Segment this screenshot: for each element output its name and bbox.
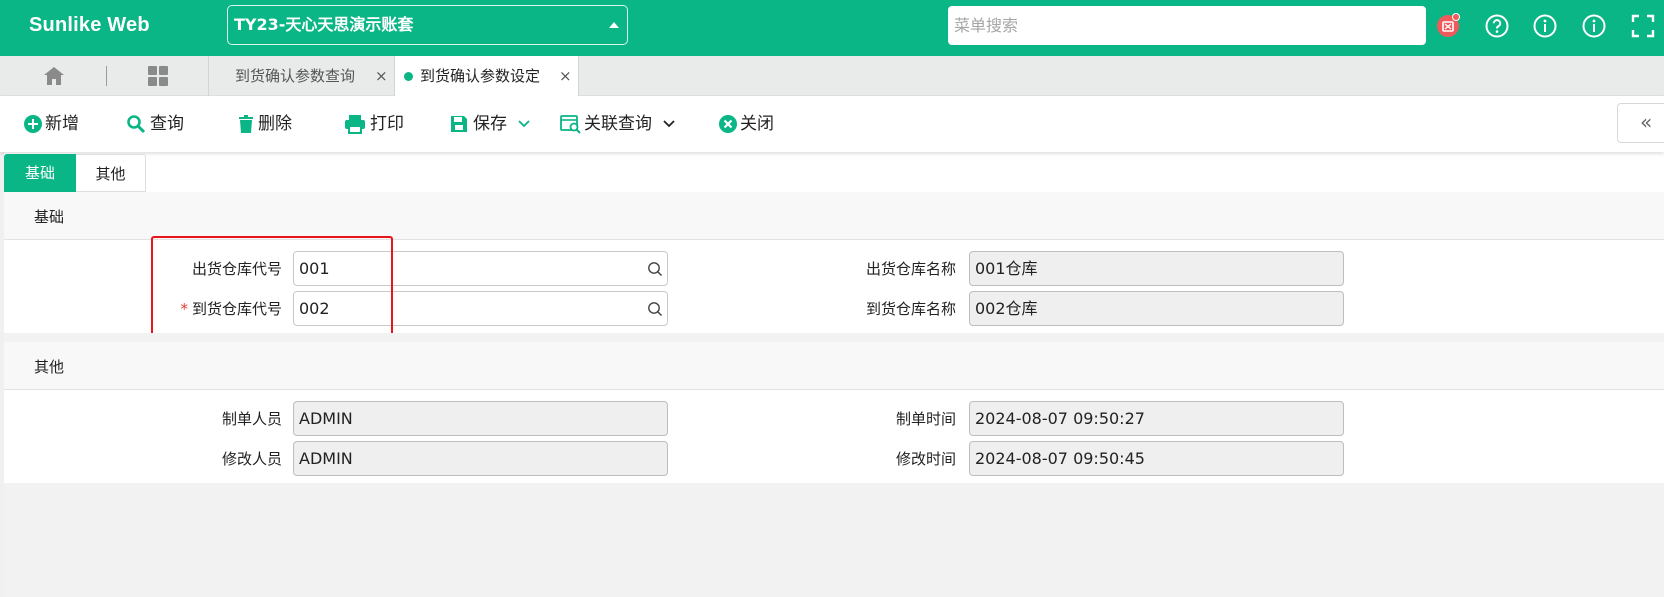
toolbar: 新增 查询 删除 打印 保存 关联查询 关闭 « [0, 96, 1664, 152]
modifier-label: 修改人员 [221, 450, 282, 468]
printer-icon [345, 115, 365, 134]
modify-time-field[interactable]: 2024-08-07 09:50:45 [969, 441, 1344, 476]
brand-logo: Sunlike Web [29, 14, 150, 36]
apps-grid-icon[interactable] [146, 64, 170, 88]
close-button[interactable]: 关闭 [718, 112, 780, 136]
section-other-title: 其他 [34, 358, 65, 376]
menu-search-input[interactable] [948, 6, 1426, 45]
modify-time-value: 2024-08-07 09:50:45 [975, 449, 1145, 468]
tab-divider [106, 66, 107, 86]
create-time-value: 2024-08-07 09:50:27 [975, 409, 1145, 428]
account-select-value: TY23-天心天思演示账套 [234, 15, 414, 34]
tab-basic[interactable]: 基础 [4, 154, 76, 192]
tab-arrival-confirm-query[interactable]: 到货确认参数查询 × [209, 56, 394, 96]
section-other-header[interactable]: 其他 [4, 342, 1664, 390]
caret-up-icon [609, 22, 619, 28]
tab-other[interactable]: 其他 [76, 154, 146, 192]
help-icon[interactable] [1484, 13, 1510, 39]
section-basic-title: 基础 [34, 208, 65, 226]
double-chevron-left-icon: « [1640, 110, 1653, 134]
out-warehouse-code-label: 出货仓库代号 [191, 260, 282, 278]
delete-button[interactable]: 删除 [236, 112, 298, 136]
required-asterisk: * [180, 300, 188, 318]
query-button-label: 查询 [150, 114, 184, 134]
out-warehouse-name-label: 出货仓库名称 [865, 260, 956, 278]
notification-badge-icon[interactable] [1435, 13, 1461, 39]
trash-icon [239, 115, 253, 133]
in-warehouse-code-value: 002 [299, 299, 330, 318]
in-warehouse-name-value: 002仓库 [975, 299, 1038, 318]
save-disk-icon [451, 116, 467, 132]
modifier-value: ADMIN [299, 449, 353, 468]
close-circle-icon [719, 115, 737, 133]
add-button-label: 新增 [45, 114, 79, 134]
tab-close-button[interactable]: × [375, 56, 388, 96]
query-button[interactable]: 查询 [126, 112, 188, 136]
tab-label: 到货确认参数设定 [420, 67, 541, 85]
active-tab-dot [404, 72, 413, 81]
modifier-field[interactable]: ADMIN [293, 441, 668, 476]
creator-label: 制单人员 [221, 410, 282, 428]
tab-arrival-confirm-settings[interactable]: 到货确认参数设定 × [394, 56, 579, 96]
tab-close-button[interactable]: × [559, 56, 572, 96]
save-button[interactable]: 保存 [449, 112, 535, 136]
in-warehouse-code-field[interactable]: 002 [293, 291, 668, 326]
in-warehouse-code-label: * 到货仓库代号 [166, 298, 282, 319]
section-other-body [4, 391, 1664, 483]
creator-value: ADMIN [299, 409, 353, 428]
tab-label: 到货确认参数查询 [235, 67, 356, 85]
out-warehouse-code-value: 001 [299, 259, 330, 278]
add-button[interactable]: 新增 [23, 112, 85, 136]
creator-field[interactable]: ADMIN [293, 401, 668, 436]
out-warehouse-name-value: 001仓库 [975, 259, 1038, 278]
related-query-button-label: 关联查询 [584, 114, 652, 134]
info-icon[interactable] [1532, 13, 1558, 39]
out-warehouse-name-field[interactable]: 001仓库 [969, 251, 1344, 286]
close-button-label: 关闭 [740, 114, 774, 134]
page-tab-strip: 到货确认参数查询 × 到货确认参数设定 × [0, 56, 1664, 96]
content-background [4, 483, 1664, 597]
delete-button-label: 删除 [258, 114, 292, 134]
section-basic-body [4, 241, 1664, 333]
out-warehouse-code-field[interactable]: 001 [293, 251, 668, 286]
create-time-label: 制单时间 [895, 410, 956, 428]
print-button[interactable]: 打印 [344, 112, 406, 136]
collapse-panel-button[interactable]: « [1617, 103, 1664, 143]
account-select[interactable]: TY23-天心天思演示账套 [227, 5, 628, 45]
modify-time-label: 修改时间 [895, 450, 956, 468]
in-warehouse-code-label-text: 到货仓库代号 [191, 300, 282, 318]
home-icon[interactable] [42, 65, 66, 87]
app-header: Sunlike Web TY23-天心天思演示账套 [0, 0, 1664, 56]
create-time-field[interactable]: 2024-08-07 09:50:27 [969, 401, 1344, 436]
save-button-label: 保存 [473, 114, 507, 134]
search-icon[interactable] [647, 261, 663, 277]
section-basic-header[interactable]: 基础 [4, 192, 1664, 240]
fullscreen-icon[interactable] [1630, 13, 1656, 39]
search-icon[interactable] [647, 301, 663, 317]
print-button-label: 打印 [370, 114, 404, 134]
chevron-down-icon[interactable] [517, 118, 531, 130]
search-icon [127, 115, 146, 134]
plus-circle-icon [24, 115, 42, 133]
chevron-down-icon[interactable] [662, 118, 676, 130]
info-icon[interactable] [1581, 13, 1607, 39]
in-warehouse-name-field[interactable]: 002仓库 [969, 291, 1344, 326]
section-gap [4, 333, 1664, 342]
in-warehouse-name-label: 到货仓库名称 [865, 300, 956, 318]
related-query-button[interactable]: 关联查询 [560, 112, 680, 136]
related-search-icon [560, 115, 581, 134]
